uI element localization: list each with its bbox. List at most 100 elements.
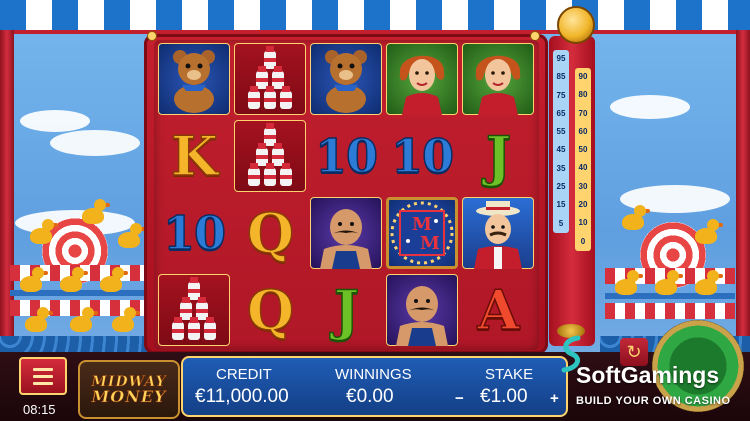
reel-symbol-letter: 10 (309, 119, 383, 193)
symbol-label: Q (246, 201, 295, 265)
symbol-label: K (170, 124, 218, 188)
woman-symbol (462, 43, 534, 115)
milk-bottles-symbol (234, 120, 306, 192)
reel-symbol-letter: J (309, 273, 383, 347)
milk-bottles-icon (157, 273, 231, 347)
scale-mark: 15 (556, 200, 566, 210)
winnings-value: €0.00 (346, 386, 394, 407)
reel-symbol-letter: J (461, 119, 535, 193)
duck-icon (30, 219, 58, 244)
teddy-bear-icon (309, 42, 383, 116)
reel-symbol-letter: 10 (157, 196, 231, 270)
scale-mark: 45 (556, 145, 566, 155)
tester-scale-right: 90 80 70 60 50 40 30 20 10 0 (575, 68, 591, 251)
logo-line2: MONEY (91, 386, 167, 406)
duck-icon (615, 270, 643, 295)
scale-mark: 75 (556, 90, 566, 100)
woman-icon (385, 42, 459, 116)
woman-icon (461, 42, 535, 116)
svg-text:M: M (420, 233, 440, 254)
clock: 08:15 (23, 402, 56, 417)
scale-mark: 85 (556, 72, 566, 82)
strength-tester-meter: 95 85 75 65 55 45 35 25 15 5 90 80 70 60… (545, 6, 601, 351)
right-post (736, 30, 750, 360)
stake-increase-button[interactable]: + (550, 390, 559, 407)
teddy-bear-icon (157, 42, 231, 116)
duck-icon (112, 307, 140, 332)
frame-bolt (147, 31, 157, 41)
menu-icon-bar (33, 367, 53, 371)
duck-icon (25, 307, 53, 332)
reel-grid[interactable]: K 10 10 J 10 Q M M Q J A (154, 40, 539, 350)
scale-mark: 5 (558, 218, 564, 228)
scale-mark: 65 (556, 108, 566, 118)
watermark-subtitle: BUILD YOUR OWN CASINO (576, 395, 731, 407)
midway-money-wild-icon: MM (385, 196, 459, 270)
menu-icon-bar (33, 381, 53, 385)
duck-icon (100, 267, 128, 292)
scale-mark: 90 (578, 72, 588, 81)
stake-decrease-button[interactable]: − (455, 390, 464, 407)
menu-icon-bar (33, 374, 53, 378)
water-waves (0, 336, 150, 352)
strongman-icon (385, 273, 459, 347)
provider-watermark: SoftGamings BUILD YOUR OWN CASINO (561, 335, 748, 412)
scale-mark: 55 (556, 127, 566, 137)
scale-mark: 30 (578, 181, 588, 191)
reel-symbol-letter: K (157, 119, 231, 193)
symbol-label: 10 (314, 129, 379, 183)
duck-icon (118, 223, 146, 248)
duck-icon (82, 199, 110, 224)
milk-bottles-symbol (158, 274, 230, 346)
svg-text:M: M (412, 214, 432, 235)
stake-value: €1.00 (480, 386, 528, 407)
booth-stripes (605, 303, 735, 319)
teddy-bear-symbol (310, 43, 382, 115)
winnings-label: WINNINGS (335, 366, 412, 383)
woman-symbol (386, 43, 458, 115)
balance-panel: CREDIT €11,000.00 WINNINGS €0.00 STAKE −… (181, 356, 568, 417)
cloud (20, 110, 90, 132)
symbol-label: 10 (162, 206, 227, 260)
reel-symbol-letter: Q (233, 196, 307, 270)
scale-mark: 70 (578, 108, 588, 118)
ringmaster-symbol (462, 197, 534, 269)
autoplay-icon: ↻ (626, 341, 642, 362)
scale-mark: 25 (556, 182, 566, 192)
stake-label: STAKE (485, 366, 534, 383)
strongman-symbol (310, 197, 382, 269)
strongman-icon (309, 196, 383, 270)
duck-icon (20, 267, 48, 292)
symbol-label: J (485, 124, 512, 188)
scale-mark: 50 (578, 145, 588, 155)
scale-mark: 60 (578, 126, 588, 136)
reel-symbol-letter: 10 (385, 119, 459, 193)
milk-bottles-icon (233, 42, 307, 116)
symbol-label: J (333, 278, 360, 342)
symbol-label: A (477, 278, 520, 342)
cloud (610, 95, 690, 119)
scale-mark: 0 (580, 236, 586, 246)
scale-mark: 80 (578, 90, 588, 100)
watermark-title: SoftGamings (576, 362, 720, 388)
ringmaster-icon (461, 196, 535, 270)
game-logo: MIDWAY MONEY (78, 360, 180, 419)
bell-icon (557, 6, 595, 44)
menu-button[interactable] (19, 357, 67, 395)
scale-mark: 20 (578, 200, 588, 210)
duck-icon (70, 307, 98, 332)
scale-mark: 10 (578, 218, 588, 228)
scale-mark: 35 (556, 163, 566, 173)
credit-value: €11,000.00 (195, 386, 289, 407)
strongman-symbol (386, 274, 458, 346)
scale-mark: 40 (578, 163, 588, 173)
symbol-label: Q (246, 278, 295, 342)
credit-label: CREDIT (216, 366, 272, 383)
tester-scale-left: 95 85 75 65 55 45 35 25 15 5 (553, 50, 569, 233)
duck-icon (655, 270, 683, 295)
milk-bottles-symbol (234, 43, 306, 115)
scale-mark: 95 (556, 54, 566, 63)
duck-icon (60, 267, 88, 292)
milk-bottles-icon (233, 119, 307, 193)
teddy-bear-symbol (158, 43, 230, 115)
